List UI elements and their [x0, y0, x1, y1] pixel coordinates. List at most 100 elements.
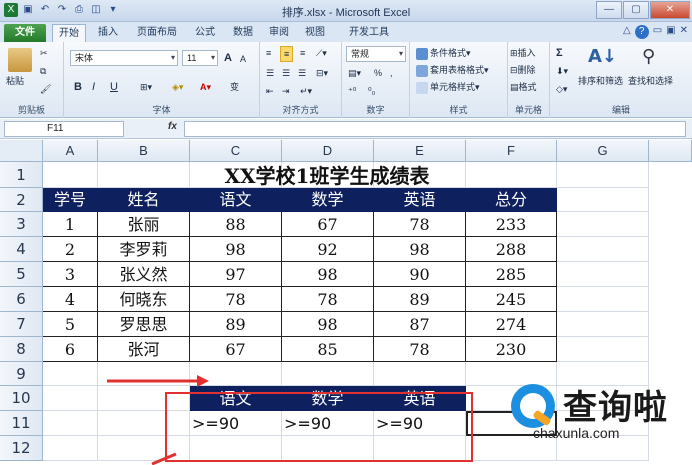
tab-file[interactable]: 文件 — [4, 24, 46, 42]
table-data-cell[interactable]: 89 — [374, 287, 466, 312]
grow-font-button[interactable]: A — [224, 51, 232, 65]
table-data-cell[interactable]: 92 — [282, 237, 374, 262]
find-select-button[interactable]: 查找和选择 — [628, 74, 673, 88]
row-header-6[interactable]: 6 — [0, 287, 43, 312]
number-format-select[interactable]: 常规 ▾ — [346, 46, 406, 62]
table-data-cell[interactable]: 4 — [43, 287, 98, 312]
fill-icon[interactable]: ⬇▾ — [556, 64, 568, 78]
grid-cell[interactable] — [43, 436, 98, 461]
table-data-cell[interactable]: 罗思思 — [98, 312, 190, 337]
orientation-icon[interactable]: ⟋▾ — [316, 46, 327, 60]
close-button[interactable]: ✕ — [650, 1, 690, 19]
table-data-cell[interactable]: 6 — [43, 337, 98, 362]
tab-data[interactable]: 数据 — [228, 24, 258, 42]
grid-cell[interactable] — [557, 212, 649, 237]
column-header-d[interactable]: D — [282, 140, 374, 162]
table-data-cell[interactable]: 98 — [374, 237, 466, 262]
table-data-cell[interactable]: 张义然 — [98, 262, 190, 287]
row-header-8[interactable]: 8 — [0, 337, 43, 362]
fill-color-icon[interactable]: ◈▾ — [172, 80, 183, 94]
format-painter-icon[interactable]: 🖌 — [40, 82, 51, 96]
table-data-cell[interactable]: 89 — [190, 312, 282, 337]
table-data-cell[interactable]: 67 — [190, 337, 282, 362]
table-header-cell[interactable]: 姓名 — [98, 188, 190, 212]
grid-cell[interactable] — [374, 362, 466, 386]
table-header-cell[interactable]: 数学 — [282, 188, 374, 212]
table-data-cell[interactable]: 张丽 — [98, 212, 190, 237]
table-data-cell[interactable]: 张河 — [98, 337, 190, 362]
column-header-g[interactable]: G — [557, 140, 649, 162]
table-data-cell[interactable]: 88 — [190, 212, 282, 237]
tab-view[interactable]: 视图 — [300, 24, 330, 42]
grid-cell[interactable] — [557, 337, 649, 362]
minimize-button[interactable]: — — [596, 1, 622, 19]
grid-cell[interactable] — [557, 287, 649, 312]
wrap-text-icon[interactable]: ↵▾ — [300, 84, 312, 98]
ribbon-collapse-icon[interactable]: △ — [623, 25, 631, 39]
decrease-indent-icon[interactable]: ⇤ — [266, 84, 274, 98]
table-header-cell[interactable]: 语文 — [190, 188, 282, 212]
table-data-cell[interactable]: 何晓东 — [98, 287, 190, 312]
table-header-cell[interactable]: 总分 — [466, 188, 557, 212]
border-icon[interactable]: ⊞▾ — [140, 80, 152, 94]
doc-restore-icon[interactable]: ▣ — [666, 25, 675, 39]
row-header-12[interactable]: 12 — [0, 436, 43, 461]
tab-home[interactable]: 开始 — [52, 24, 86, 42]
paste-button[interactable]: 粘贴 — [6, 74, 24, 88]
row-header-9[interactable]: 9 — [0, 362, 43, 386]
table-header-cell[interactable]: 英语 — [374, 188, 466, 212]
table-data-cell[interactable]: 285 — [466, 262, 557, 287]
format-cells-button[interactable]: ▤格式 — [510, 80, 537, 94]
align-right-icon[interactable]: ☰ — [298, 66, 306, 80]
table-data-cell[interactable]: 245 — [466, 287, 557, 312]
insert-function-button[interactable]: fx — [168, 121, 177, 132]
paste-icon[interactable] — [8, 48, 32, 72]
row-header-7[interactable]: 7 — [0, 312, 43, 337]
column-header-f[interactable]: F — [466, 140, 557, 162]
align-middle-icon[interactable]: ≡ — [280, 46, 294, 62]
table-data-cell[interactable]: 274 — [466, 312, 557, 337]
table-data-cell[interactable]: 98 — [282, 312, 374, 337]
format-as-table-button[interactable]: 套用表格格式▾ — [416, 63, 489, 77]
autosum-button[interactable]: Σ — [556, 46, 563, 60]
table-data-cell[interactable]: 67 — [282, 212, 374, 237]
table-data-cell[interactable]: 288 — [466, 237, 557, 262]
conditional-format-button[interactable]: 条件格式▾ — [416, 46, 471, 60]
table-data-cell[interactable]: 78 — [374, 337, 466, 362]
table-data-cell[interactable]: 230 — [466, 337, 557, 362]
select-all-button[interactable] — [0, 140, 43, 162]
align-center-icon[interactable]: ☰ — [282, 66, 290, 80]
font-name-select[interactable]: 宋体 ▾ — [70, 50, 178, 66]
table-data-cell[interactable]: 78 — [374, 212, 466, 237]
font-size-select[interactable]: 11 ▾ — [182, 50, 218, 66]
percent-button[interactable]: % — [374, 66, 382, 80]
table-data-cell[interactable]: 233 — [466, 212, 557, 237]
doc-close-icon[interactable]: ✕ — [680, 25, 688, 39]
grid-cell[interactable] — [557, 262, 649, 287]
italic-button[interactable]: I — [92, 80, 95, 94]
table-data-cell[interactable]: 1 — [43, 212, 98, 237]
grid-cell[interactable] — [282, 362, 374, 386]
comma-button[interactable]: , — [390, 66, 393, 80]
row-header-2[interactable]: 2 — [0, 188, 43, 212]
merge-center-icon[interactable]: ⊟▾ — [316, 66, 328, 80]
table-data-cell[interactable]: 78 — [282, 287, 374, 312]
grid-cell[interactable] — [43, 362, 98, 386]
column-header-a[interactable]: A — [43, 140, 98, 162]
table-data-cell[interactable]: 李罗莉 — [98, 237, 190, 262]
grid-cell[interactable] — [43, 411, 98, 436]
column-header-blank[interactable] — [649, 140, 692, 162]
tab-page-layout[interactable]: 页面布局 — [132, 24, 182, 42]
row-header-11[interactable]: 11 — [0, 411, 43, 436]
row-header-3[interactable]: 3 — [0, 212, 43, 237]
row-header-5[interactable]: 5 — [0, 262, 43, 287]
sort-filter-button[interactable]: 排序和筛选 — [578, 74, 623, 88]
phonetic-button[interactable]: 变 — [230, 80, 239, 94]
table-data-cell[interactable]: 98 — [190, 237, 282, 262]
name-box[interactable]: F11 — [4, 121, 124, 137]
row-header-4[interactable]: 4 — [0, 237, 43, 262]
clear-icon[interactable]: ◇▾ — [556, 82, 567, 96]
tab-insert[interactable]: 插入 — [92, 24, 124, 42]
column-header-e[interactable]: E — [374, 140, 466, 162]
table-data-cell[interactable]: 2 — [43, 237, 98, 262]
